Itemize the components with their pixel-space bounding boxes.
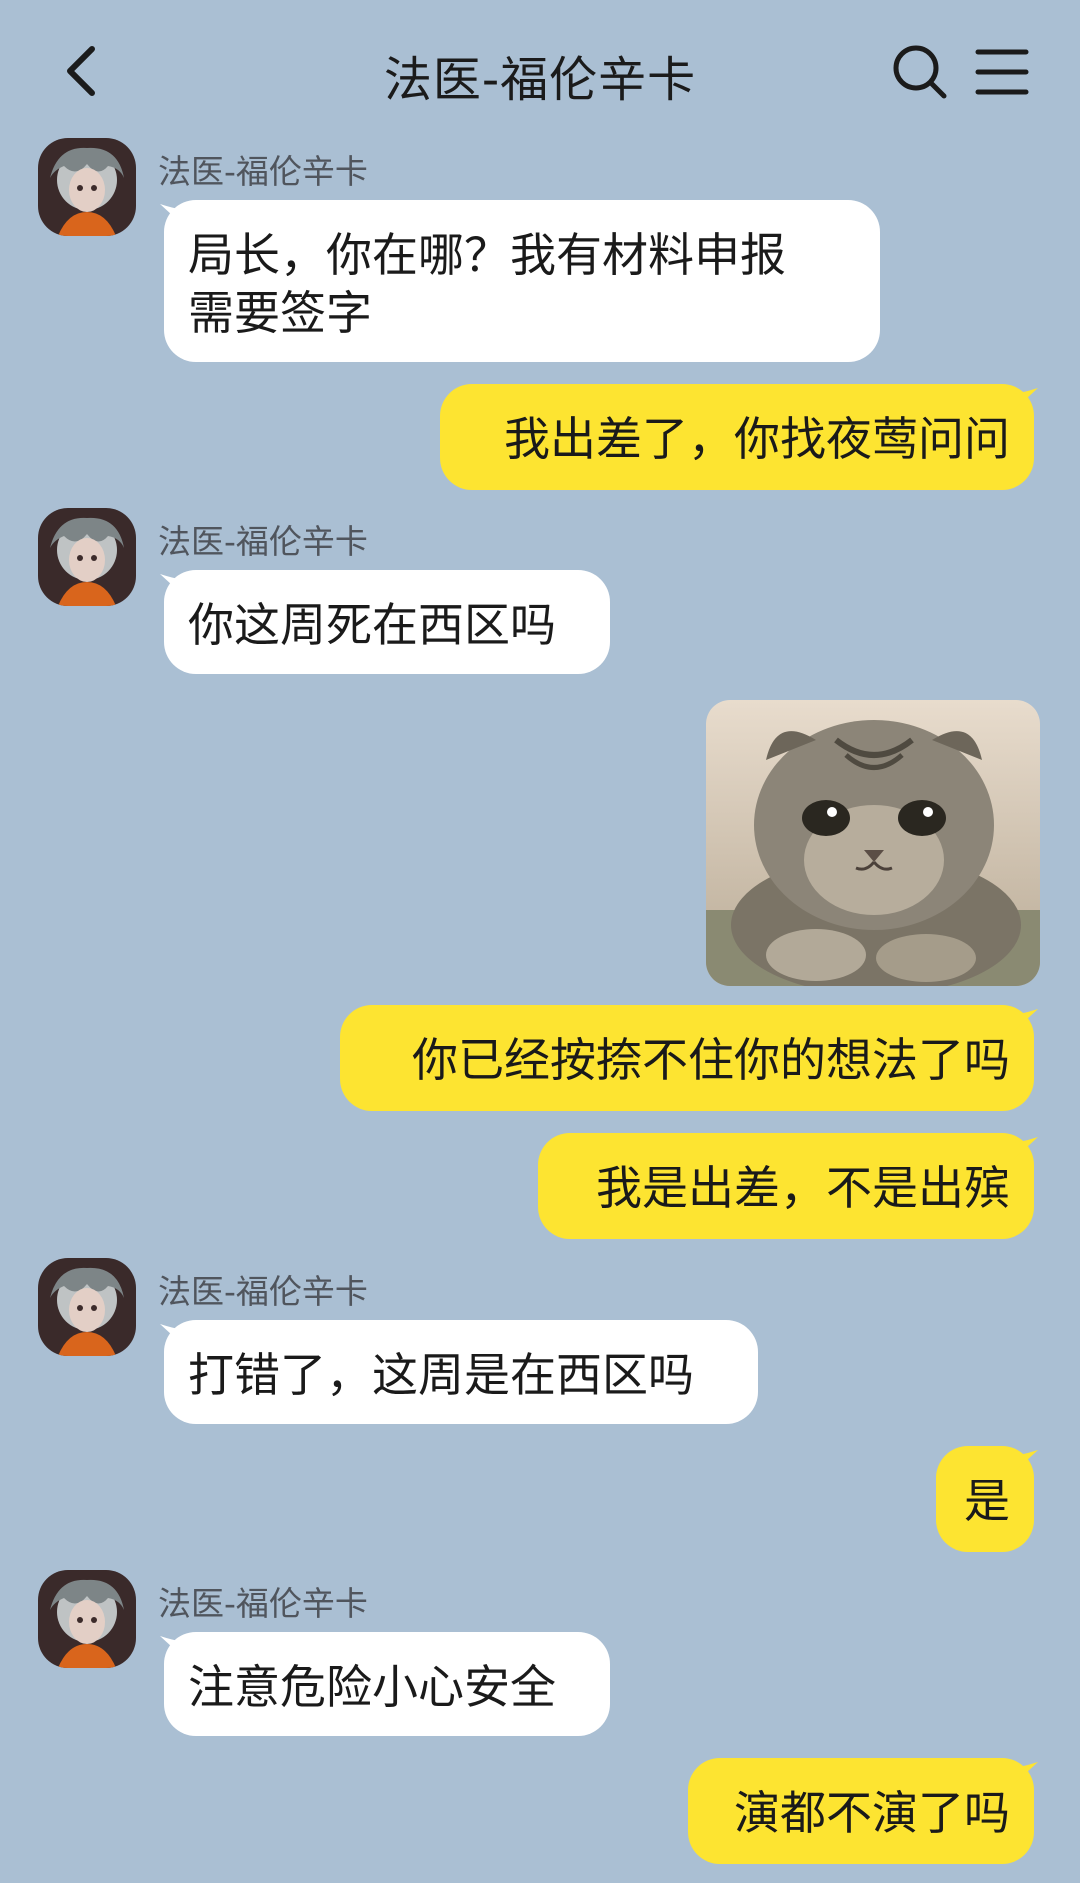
message-text: 你这周死在西区吗 [188,598,556,652]
incoming-message-bubble[interactable]: 你这周死在西区吗 [160,570,610,674]
search-button[interactable] [890,42,950,102]
message-text: 是 [964,1474,1010,1528]
outgoing-message-bubble[interactable]: 是 [936,1446,1038,1552]
incoming-message-bubble[interactable]: 打错了，这周是在西区吗 [160,1320,758,1424]
avatar[interactable] [38,1258,136,1356]
search-icon [893,45,947,99]
avatar-image [38,1570,136,1668]
outgoing-message-bubble[interactable]: 我是出差，不是出殡 [538,1133,1038,1239]
incoming-message-bubble[interactable]: 注意危险小心安全 [160,1632,610,1736]
incoming-message-bubble[interactable]: 局长，你在哪？我有材料申报 需要签字 [160,200,880,362]
message-text: 演都不演了吗 [734,1786,1010,1840]
sender-name: 法医-福伦辛卡 [158,522,368,561]
outgoing-message-bubble[interactable]: 你已经按捺不住你的想法了吗 [340,1005,1038,1111]
menu-icon [975,49,1029,95]
menu-button[interactable] [972,42,1032,102]
outgoing-message-bubble[interactable]: 我出差了，你找夜莺问问 [440,384,1038,490]
avatar[interactable] [38,508,136,606]
avatar[interactable] [38,138,136,236]
avatar-image [38,138,136,236]
message-text: 注意危险小心安全 [188,1660,556,1714]
avatar-image [38,1258,136,1356]
sender-name: 法医-福伦辛卡 [158,152,368,191]
sender-name: 法医-福伦辛卡 [158,1584,368,1623]
outgoing-message-bubble[interactable]: 演都不演了吗 [688,1758,1038,1864]
message-text-line: 局长，你在哪？我有材料申报 [188,228,786,282]
message-text-line: 需要签字 [188,286,372,340]
message-text: 你已经按捺不住你的想法了吗 [412,1033,1010,1087]
message-text: 我是出差，不是出殡 [596,1161,1010,1215]
avatar[interactable] [38,1570,136,1668]
message-text: 我出差了，你找夜莺问问 [504,412,1010,466]
cat-photo [706,700,1040,986]
message-text: 打错了，这周是在西区吗 [188,1348,694,1402]
cat-sticker-image[interactable] [706,700,1040,986]
chat-header: 法医-福伦辛卡 [0,0,1080,140]
sender-name: 法医-福伦辛卡 [158,1272,368,1311]
avatar-image [38,508,136,606]
